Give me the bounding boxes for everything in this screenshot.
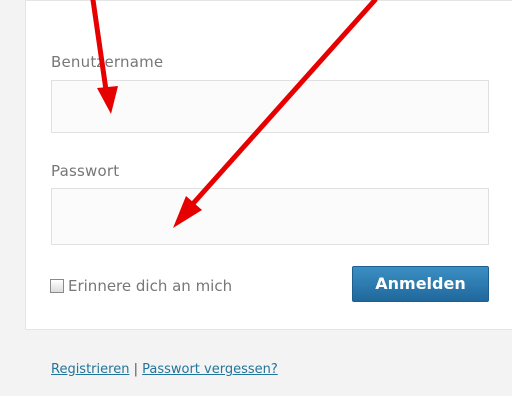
remember-me-row: Erinnere dich an mich xyxy=(50,274,232,298)
lost-password-link[interactable]: Passwort vergessen? xyxy=(142,362,278,377)
password-label: Passwort xyxy=(51,162,120,180)
remember-me-label[interactable]: Erinnere dich an mich xyxy=(68,277,232,295)
login-button[interactable]: Anmelden xyxy=(352,266,489,302)
username-input[interactable] xyxy=(51,80,489,133)
register-link[interactable]: Registrieren xyxy=(51,362,129,377)
remember-me-checkbox[interactable] xyxy=(50,279,64,293)
footer-links: Registrieren | Passwort vergessen? xyxy=(51,362,278,377)
link-separator: | xyxy=(133,362,138,377)
password-input[interactable] xyxy=(51,188,489,245)
username-label: Benutzername xyxy=(51,53,164,71)
